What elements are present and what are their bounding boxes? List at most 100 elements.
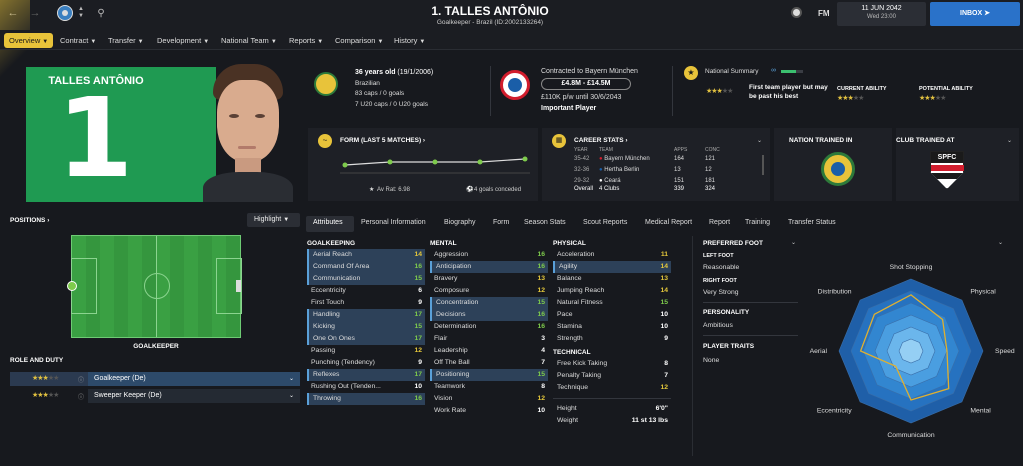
nationality-text: Brazilian xyxy=(355,79,380,87)
info-icon[interactable]: ⓘ xyxy=(78,392,84,401)
attribute-row[interactable]: Free Kick Taking 8 xyxy=(553,358,671,370)
attribute-value: 17 xyxy=(414,311,422,318)
tab-scout-reports[interactable]: Scout Reports xyxy=(583,219,627,226)
nav-comparison[interactable]: Comparison ▼ xyxy=(330,33,388,48)
attribute-row[interactable]: Strength 9 xyxy=(553,333,671,345)
nav-development[interactable]: Development ▼ xyxy=(152,33,214,48)
attribute-row[interactable]: Balance 13 xyxy=(553,273,671,285)
date-box[interactable]: 11 JUN 2042 Wed 23:00 xyxy=(837,2,926,26)
updown-icon[interactable]: ▲ ▼ xyxy=(77,4,85,22)
nav-national-team[interactable]: National Team ▼ xyxy=(216,33,282,48)
info-icon[interactable]: ⓘ xyxy=(78,375,84,384)
form-point[interactable] xyxy=(432,159,438,165)
chevron-down-icon[interactable]: ⌄ xyxy=(1007,137,1012,144)
ca-stars: ★★★★★ xyxy=(837,95,864,102)
attribute-row[interactable]: Flair 3 xyxy=(430,333,548,345)
attribute-row[interactable]: Natural Fitness 15 xyxy=(553,297,671,309)
attribute-value: 13 xyxy=(537,275,545,282)
highlight-dropdown[interactable]: Highlight ▼ xyxy=(247,213,300,227)
positions-title[interactable]: POSITIONS › xyxy=(10,217,49,224)
fm-logo[interactable]: FM xyxy=(818,9,830,18)
gk-position-marker[interactable] xyxy=(67,281,77,291)
attribute-row[interactable]: Work Rate 10 xyxy=(430,405,548,417)
attribute-row[interactable]: Passing 12 xyxy=(307,345,425,357)
form-point[interactable] xyxy=(477,159,483,165)
nav-transfer[interactable]: Transfer ▼ xyxy=(103,33,149,48)
attribute-row[interactable]: Acceleration 11 xyxy=(553,249,671,261)
attribute-row[interactable]: Off The Ball 7 xyxy=(430,357,548,369)
scrollbar[interactable] xyxy=(762,155,764,175)
goalkeeping-title: GOALKEEPING xyxy=(307,240,356,247)
tab-form[interactable]: Form xyxy=(493,219,509,226)
attribute-value: 6 xyxy=(418,287,422,294)
attribute-row[interactable]: Aggression 16 xyxy=(430,249,548,261)
attribute-row[interactable]: Penalty Taking 7 xyxy=(553,370,671,382)
table-row[interactable]: 32-36 ● Hertha Berlin 13 12 xyxy=(574,165,754,176)
nav-history[interactable]: History ▼ xyxy=(389,33,430,48)
attribute-row[interactable]: Communication 15 xyxy=(307,273,425,285)
inbox-button[interactable]: INBOX ➤ xyxy=(930,2,1020,26)
nav-contract[interactable]: Contract ▼ xyxy=(55,33,101,48)
attribute-row[interactable]: Eccentricity 6 xyxy=(307,285,425,297)
search-icon[interactable]: ⚲ xyxy=(95,7,107,19)
attribute-row[interactable]: Aerial Reach 14 xyxy=(307,249,425,261)
forward-arrow-icon[interactable]: → xyxy=(28,6,42,20)
role-dropdown[interactable]: Goalkeeper (De) ⌄ xyxy=(88,372,300,386)
form-point[interactable] xyxy=(342,162,348,168)
attribute-row[interactable]: Kicking 15 xyxy=(307,321,425,333)
attribute-row[interactable]: Anticipation 16 xyxy=(430,261,548,273)
attribute-row[interactable]: First Touch 9 xyxy=(307,297,425,309)
table-row[interactable]: 29-32 ● Ceará 151 181 xyxy=(574,176,754,185)
wage-text: £110K p/w until 30/6/2043 xyxy=(541,94,622,101)
tab-training[interactable]: Training xyxy=(745,219,770,226)
attribute-row[interactable]: Composure 12 xyxy=(430,285,548,297)
attribute-name: Leadership xyxy=(434,347,468,354)
attribute-row[interactable]: Agility 14 xyxy=(553,261,671,273)
value-box[interactable]: £4.8M - £14.5M xyxy=(541,78,631,90)
attribute-name: Passing xyxy=(311,347,336,354)
form-title[interactable]: FORM (LAST 5 MATCHES) › xyxy=(340,137,425,144)
chevron-down-icon[interactable]: ⌄ xyxy=(757,137,762,144)
tab-report[interactable]: Report xyxy=(709,219,730,226)
attribute-row[interactable]: Command Of Area 16 xyxy=(307,261,425,273)
attribute-row[interactable]: Bravery 13 xyxy=(430,273,548,285)
table-row[interactable]: 35-42 ● Bayern München 164 121 xyxy=(574,154,754,165)
attribute-row[interactable]: Punching (Tendency) 9 xyxy=(307,357,425,369)
form-point[interactable] xyxy=(387,159,393,165)
tab-medical-report[interactable]: Medical Report xyxy=(645,219,692,226)
attribute-row[interactable]: Stamina 10 xyxy=(553,321,671,333)
attribute-row[interactable]: Jumping Reach 14 xyxy=(553,285,671,297)
pitch xyxy=(71,235,242,338)
chevron-down-icon[interactable]: ⌄ xyxy=(791,239,796,246)
brazil-flag-icon[interactable] xyxy=(57,5,73,21)
ball-icon[interactable] xyxy=(791,7,802,18)
attribute-row[interactable]: Concentration 15 xyxy=(430,297,548,309)
tab-biography[interactable]: Biography xyxy=(444,219,476,226)
tab-attributes[interactable]: Attributes xyxy=(313,219,343,226)
attribute-row[interactable]: Teamwork 8 xyxy=(430,381,548,393)
attribute-row[interactable]: One On Ones 17 xyxy=(307,333,425,345)
form-point[interactable] xyxy=(522,156,528,162)
career-title[interactable]: CAREER STATS › xyxy=(574,137,628,144)
attribute-row[interactable]: Reflexes 17 xyxy=(307,369,425,381)
attribute-row[interactable]: Vision 12 xyxy=(430,393,548,405)
chevron-down-icon[interactable]: ⌄ xyxy=(998,239,1003,246)
attribute-row[interactable]: Throwing 16 xyxy=(307,393,425,405)
attribute-row[interactable]: Determination 16 xyxy=(430,321,548,333)
attribute-row[interactable]: Technique 12 xyxy=(553,382,671,394)
age-text: 36 years old xyxy=(355,69,396,76)
attribute-row[interactable]: Handling 17 xyxy=(307,309,425,321)
attribute-row[interactable]: Rushing Out (Tenden... 10 xyxy=(307,381,425,393)
role-dropdown[interactable]: Sweeper Keeper (De) ⌄ xyxy=(88,389,300,403)
tab-personal-information[interactable]: Personal Information xyxy=(361,219,426,226)
attribute-name: Natural Fitness xyxy=(557,299,603,306)
attribute-row[interactable]: Leadership 4 xyxy=(430,345,548,357)
nav-overview[interactable]: Overview ▼ xyxy=(4,33,54,48)
attribute-row[interactable]: Positioning 15 xyxy=(430,369,548,381)
nav-reports[interactable]: Reports ▼ xyxy=(284,33,328,48)
attribute-value: 8 xyxy=(541,383,545,390)
tab-transfer-status[interactable]: Transfer Status xyxy=(788,219,836,226)
attribute-row[interactable]: Pace 10 xyxy=(553,309,671,321)
attribute-row[interactable]: Decisions 16 xyxy=(430,309,548,321)
tab-season-stats[interactable]: Season Stats xyxy=(524,219,566,226)
